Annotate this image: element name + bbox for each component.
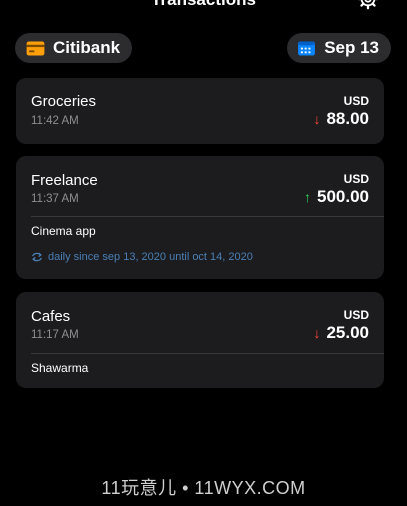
account-filter-button[interactable]: Citibank [15,33,133,63]
transaction-title: Freelance [31,172,98,189]
transaction-currency: USD [343,172,369,186]
transaction-currency: USD [343,308,369,322]
transaction-card-groceries[interactable]: Groceries 11:42 AM USD ↓ 88.00 [16,78,384,144]
calendar-icon [298,40,316,56]
transaction-title: Groceries [31,93,97,110]
recurrence-text: daily since sep 13, 2020 until oct 14, 2… [48,251,253,263]
date-filter-button[interactable]: Sep 13 [287,33,391,63]
watermark-text: 11玩意儿 • 11WYX.COM [101,478,306,498]
transaction-amount: 500.00 [317,187,369,206]
transaction-amount: 25.00 [326,323,369,342]
transaction-title: Cafes [31,308,71,325]
transaction-card-cafes[interactable]: Cafes 11:17 AM USD ↓ 25.00 Shawarma [16,292,384,388]
transaction-amount-row: ↓ 25.00 [313,323,369,343]
arrow-up-icon: ↑ [304,189,311,205]
transaction-time: 11:42 AM [31,115,79,127]
page-title: Transactions [0,0,407,10]
recurrence-info: daily since sep 13, 2020 until oct 14, 2… [31,251,253,263]
transaction-currency: USD [343,94,369,108]
transaction-amount-row: ↑ 500.00 [304,187,369,207]
arrow-down-icon: ↓ [313,325,321,341]
transactions-screen: Transactions Citibank [0,0,407,506]
card-divider [31,216,384,217]
nav-header: Transactions [0,0,407,10]
transaction-amount-row: ↓ 88.00 [313,109,369,129]
gear-icon[interactable] [357,0,379,10]
card-divider [31,353,384,354]
date-filter-label: Sep 13 [324,38,379,57]
arrow-down-icon: ↓ [313,111,321,127]
credit-card-icon [26,40,45,56]
transaction-note: Cinema app [31,224,96,238]
repeat-icon [32,252,42,262]
account-filter-label: Citibank [53,38,121,57]
transaction-note: Shawarma [31,361,89,375]
transaction-time: 11:37 AM [31,193,79,205]
transaction-time: 11:17 AM [31,329,79,341]
transaction-card-freelance[interactable]: Freelance 11:37 AM USD ↑ 500.00 Cinema a… [16,156,384,279]
transaction-amount: 88.00 [326,109,369,128]
